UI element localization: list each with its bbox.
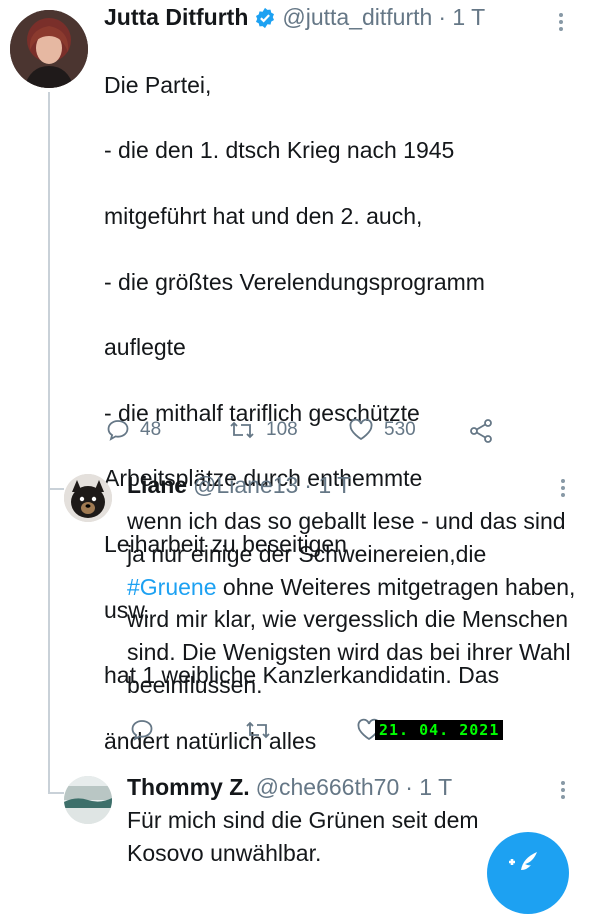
heart-icon xyxy=(349,418,373,441)
retweet-icon xyxy=(230,421,254,439)
compose-tweet-button[interactable] xyxy=(487,832,569,914)
avatar-liane[interactable] xyxy=(64,474,112,522)
compose-tweet-icon xyxy=(509,852,537,870)
retweet-count: 108 xyxy=(266,419,298,440)
reply-author-handle[interactable]: @Liane13 xyxy=(193,472,298,499)
tweet-line: ändert natürlich alles xyxy=(104,727,317,754)
avatar-thommy[interactable] xyxy=(64,776,112,824)
reply-author-name[interactable]: Thommy Z. xyxy=(127,774,250,801)
reply-button[interactable]: 48 xyxy=(106,418,161,442)
thread-connector xyxy=(48,488,64,490)
reply-icon xyxy=(131,720,153,741)
like-count: 530 xyxy=(384,419,416,440)
reply-text: Für mich sind die Grünen seit dem Kosovo… xyxy=(127,807,479,866)
date-stamp: 21. 04. 2021 xyxy=(375,720,504,740)
author-name[interactable]: Jutta Ditfurth xyxy=(104,4,248,31)
more-vertical-icon[interactable] xyxy=(558,12,568,32)
author-handle[interactable]: @jutta_ditfurth xyxy=(282,4,432,31)
retweet-button[interactable]: 108 xyxy=(228,418,298,442)
tweet-line: - die den 1. dtsch Krieg nach 1945 xyxy=(104,137,455,164)
reply-text-part: wenn ich das so geballt lese - und das s… xyxy=(127,508,566,567)
retweet-icon xyxy=(246,721,270,739)
verified-badge-icon xyxy=(254,7,276,29)
reply-time: · 1 T xyxy=(304,472,352,498)
thread-line xyxy=(48,92,50,792)
tweet-line: auflegte xyxy=(104,334,186,361)
tweet-line: Die Partei, xyxy=(104,71,212,98)
tweet-header: Jutta Ditfurth @jutta_ditfurth · 1 T xyxy=(104,4,485,31)
more-vertical-icon[interactable] xyxy=(560,478,566,503)
tweet-time: · 1 T xyxy=(438,4,486,30)
reply-button[interactable] xyxy=(130,718,154,747)
tweet-line: mitgeführt hat und den 2. auch, xyxy=(104,202,423,229)
share-icon[interactable] xyxy=(468,418,494,449)
more-vertical-icon[interactable] xyxy=(560,780,566,805)
reply-icon xyxy=(107,420,129,441)
avatar-jutta[interactable] xyxy=(10,10,88,88)
reply-author-handle[interactable]: @che666th70 xyxy=(256,774,400,801)
reply-count: 48 xyxy=(140,419,162,440)
tweet-line: - die mithalf tariflich geschützte xyxy=(104,399,420,426)
hashtag-link[interactable]: #Gruene xyxy=(127,574,217,600)
retweet-button[interactable] xyxy=(244,718,272,747)
reply-text: wenn ich das so geballt lese - und das s… xyxy=(127,505,577,702)
reply-header: Liane @Liane13 · 1 T xyxy=(127,472,351,499)
thread-connector xyxy=(48,792,64,794)
like-button[interactable]: 530 xyxy=(348,418,416,442)
reply-time: · 1 T xyxy=(405,774,453,800)
reply-author-name[interactable]: Liane xyxy=(127,472,187,499)
reply-header: Thommy Z. @che666th70 · 1 T xyxy=(127,774,452,801)
tweet-line: - die größtes Verelendungsprogramm xyxy=(104,268,485,295)
